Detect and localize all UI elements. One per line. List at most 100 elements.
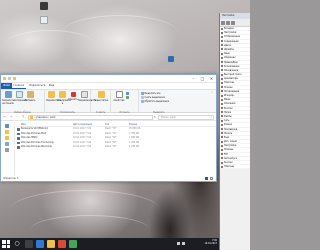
new-group: Новая папка Создать [91, 90, 111, 114]
checkbox-icon [221, 98, 223, 101]
settings-item-label: Плагины [224, 81, 235, 85]
edge-icon[interactable] [36, 240, 44, 248]
start-button[interactable] [2, 240, 10, 248]
close-button[interactable]: × [207, 75, 216, 83]
copy-icon [15, 91, 23, 98]
windows-logo-icon [6, 240, 10, 244]
toolbar-icon[interactable] [226, 21, 230, 25]
properties-icon[interactable] [8, 77, 11, 80]
settings-item-label: Цвета [224, 43, 231, 47]
select-group: Выделить все Снять выделение Обратить вы… [139, 90, 179, 114]
app-icon [40, 2, 48, 10]
checkbox-icon [221, 165, 223, 168]
settings-item-label: Операции [224, 56, 236, 60]
explorer-window[interactable]: – □ × Файл Главная Поделиться Вид Закреп… [0, 74, 217, 182]
delete-button[interactable]: Удалить [68, 91, 78, 101]
properties-icon [115, 91, 123, 98]
file-icon [40, 16, 48, 24]
toolbar-icon[interactable] [231, 21, 235, 25]
move-to-button[interactable]: Переместить [46, 91, 61, 102]
panel-toolbar [220, 19, 250, 27]
settings-item-label: Архиваторы [224, 77, 238, 81]
details-view-icon[interactable] [205, 177, 208, 180]
app-icon[interactable] [58, 240, 66, 248]
clock[interactable]: 7:00 16.01.2017 [204, 239, 217, 246]
paste-button[interactable]: Вставить [25, 91, 36, 102]
settings-item-label: Папки [224, 110, 232, 114]
pin-button[interactable]: Закрепить на панели [2, 91, 14, 105]
archive-icon [17, 128, 20, 131]
desktop-icon[interactable] [163, 56, 179, 63]
settings-item-label: Шрифты [224, 47, 235, 51]
new-folder-icon[interactable] [13, 77, 16, 80]
desktop-icon[interactable] [36, 2, 52, 11]
select-none-icon [141, 96, 144, 99]
app-icon[interactable] [69, 240, 77, 248]
up-button[interactable]: ↑ [20, 113, 26, 121]
select-none-button[interactable]: Снять выделение [141, 96, 165, 99]
rename-button[interactable]: Переименовать [78, 91, 96, 102]
checkbox-icon [221, 111, 223, 114]
organize-group: Переместить Копировать в Удалить Переиме… [45, 90, 96, 114]
copy-button[interactable]: Копировать [14, 91, 28, 102]
title-bar[interactable]: – □ × [1, 75, 216, 83]
checkbox-icon [221, 56, 223, 59]
open-small-button[interactable] [126, 92, 130, 95]
copy-to-button[interactable]: Копировать в [57, 91, 71, 105]
folder-icon[interactable] [5, 130, 9, 134]
table-row[interactable]: Pots-des-Pommes-Mini-body 16.01.2017 7:0… [16, 145, 216, 150]
search-input[interactable]: Поиск: pack ⌕ [158, 114, 214, 120]
checkbox-icon [221, 132, 223, 135]
settings-item-label: Вкладки [224, 27, 234, 30]
windows-logo-icon [2, 240, 6, 244]
quick-access-icon[interactable] [5, 124, 9, 128]
chevron-up-icon[interactable]: ⌃ [210, 91, 213, 95]
new-folder-button[interactable]: Новая папка [93, 91, 109, 102]
file-explorer-icon[interactable] [47, 240, 55, 248]
settings-item-label: Файлы [224, 114, 232, 118]
settings-item-label: Подтвержд. [224, 127, 238, 131]
this-pc-icon[interactable] [5, 142, 9, 146]
settings-item-label: Меню [224, 98, 231, 102]
checkbox-icon [221, 115, 223, 118]
checkbox-icon [221, 73, 223, 76]
tiles-view-icon[interactable] [210, 177, 213, 180]
edit-small-button[interactable] [126, 96, 130, 99]
navigation-pane[interactable] [1, 122, 15, 176]
checkbox-icon [221, 77, 223, 80]
select-all-icon [141, 92, 144, 95]
search-icon[interactable]: ○ [13, 240, 21, 248]
checkbox-icon [221, 119, 223, 122]
checkbox-icon [221, 140, 223, 143]
minimize-button[interactable]: – [189, 75, 198, 83]
copy-to-icon [59, 91, 66, 98]
checkbox-icon [221, 27, 223, 30]
network-icon[interactable] [177, 242, 180, 245]
checkbox-icon [221, 81, 223, 84]
checkbox-icon [221, 61, 223, 63]
search-icon: ⌕ [210, 114, 212, 119]
select-all-button[interactable]: Выделить все [141, 92, 161, 95]
task-view-icon[interactable] [25, 240, 33, 248]
checkbox-icon [221, 48, 223, 51]
checkbox-icon [221, 44, 223, 47]
invert-selection-button[interactable]: Обратить выделение [141, 100, 169, 103]
network-icon[interactable] [5, 148, 9, 152]
checkbox-icon [221, 107, 223, 110]
maximize-button[interactable]: □ [198, 75, 207, 83]
archive-icon [17, 137, 20, 140]
desktop-icon[interactable] [36, 16, 52, 25]
folder-icon[interactable] [5, 136, 9, 140]
address-bar: ← → ⌄ ↑ › упаковки › pack ↻ Поиск: pack … [1, 113, 216, 121]
delete-icon [70, 92, 76, 97]
settings-list-item[interactable]: Плагины [220, 165, 250, 170]
settings-panel[interactable]: Настройки Вкладки Настройки Отображение Сод… [219, 13, 250, 250]
volume-icon[interactable] [182, 242, 185, 245]
new-folder-icon [97, 91, 105, 98]
settings-item-label: Игнорир. [224, 94, 235, 97]
properties-button[interactable]: Свойства [113, 91, 125, 102]
toolbar-icon[interactable] [221, 21, 225, 25]
settings-item-label: Кнопки [224, 161, 233, 164]
settings-item-label: Помощь [224, 148, 234, 152]
address-field[interactable]: › упаковки › pack [28, 114, 153, 120]
